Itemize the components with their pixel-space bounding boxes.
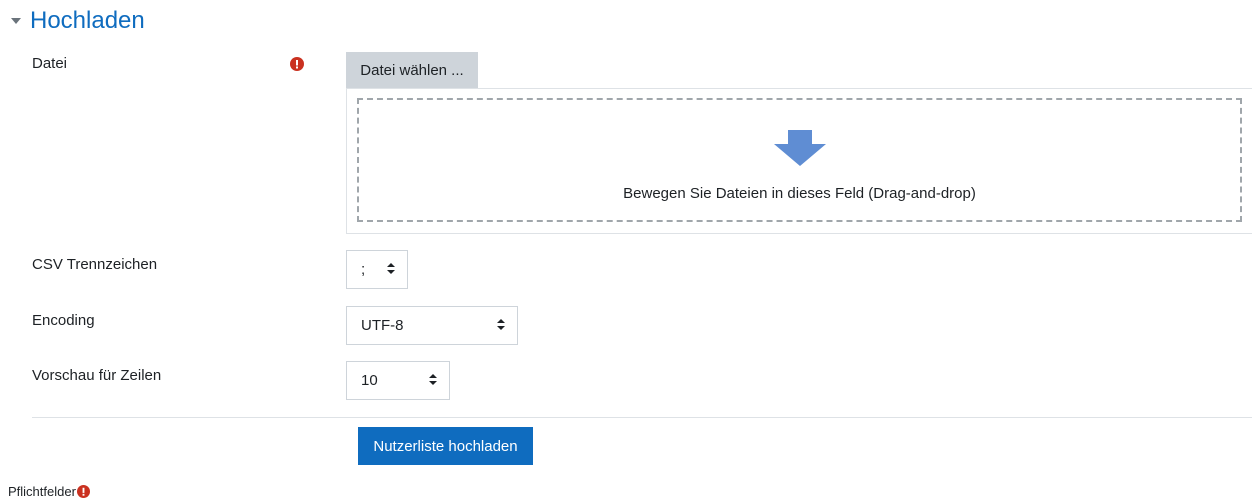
sort-arrows-icon	[429, 373, 437, 388]
required-fields-note: Pflichtfelder	[8, 484, 90, 499]
section-header[interactable]: Hochladen	[8, 4, 145, 38]
chevron-down-icon[interactable]	[8, 13, 24, 29]
file-label: Datei	[32, 55, 68, 72]
file-dropzone[interactable]: Bewegen Sie Dateien in dieses Feld (Drag…	[357, 98, 1242, 222]
csv-delimiter-select[interactable]: ;	[346, 250, 408, 289]
dropzone-text: Bewegen Sie Dateien in dieses Feld (Drag…	[623, 185, 976, 202]
csv-delimiter-value: ;	[361, 261, 366, 278]
encoding-label: Encoding	[32, 312, 95, 329]
required-fields-label: Pflichtfelder	[8, 484, 76, 499]
preview-rows-label: Vorschau für Zeilen	[32, 367, 162, 384]
sort-arrows-icon	[387, 262, 395, 277]
csv-delimiter-label: CSV Trennzeichen	[32, 256, 158, 273]
exclamation-circle-icon	[76, 485, 90, 498]
choose-file-button[interactable]: Datei wählen ...	[346, 52, 478, 88]
form-divider	[32, 417, 1252, 418]
preview-rows-select[interactable]: 10	[346, 361, 450, 400]
encoding-select[interactable]: UTF-8	[346, 306, 518, 345]
arrow-down-icon	[773, 130, 826, 171]
sort-arrows-icon	[497, 318, 505, 333]
encoding-value: UTF-8	[361, 317, 404, 334]
preview-rows-value: 10	[361, 372, 378, 389]
exclamation-circle-icon	[290, 57, 304, 71]
section-title[interactable]: Hochladen	[30, 4, 145, 38]
upload-userlist-button[interactable]: Nutzerliste hochladen	[358, 427, 533, 465]
